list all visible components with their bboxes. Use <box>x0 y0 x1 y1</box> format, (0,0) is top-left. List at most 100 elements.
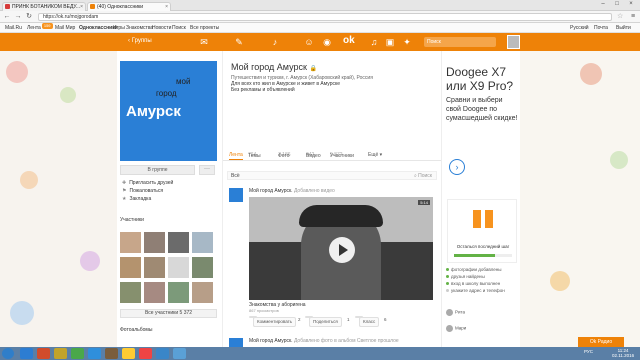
clock[interactable]: 11:24 02.11.2016 <box>612 348 634 358</box>
tab-photos[interactable]: Фото 7 186 <box>278 152 291 159</box>
member-avatar[interactable] <box>144 282 165 303</box>
menu-icon[interactable]: ≡ <box>628 12 638 22</box>
guests-icon[interactable]: ◉ <box>320 36 334 48</box>
taskbar-app-icon[interactable] <box>122 348 135 359</box>
member-avatar[interactable] <box>144 232 165 253</box>
member-avatar[interactable] <box>168 257 189 278</box>
share-label: Поделиться <box>309 317 342 327</box>
profile-completion-widget[interactable]: Осталься последний шаг <box>447 199 517 263</box>
member-avatar[interactable] <box>120 232 141 253</box>
notifications-icon[interactable]: ♪ <box>268 36 282 48</box>
bookmark-all-projects[interactable]: Все проекты <box>190 23 219 33</box>
group-description-line: Без рекламы и объявлений <box>231 87 295 93</box>
ad-headline[interactable]: Doogee X7 или X9 Pro? <box>446 65 519 93</box>
ok-logo[interactable]: ok <box>343 35 355 46</box>
ok-radio-button[interactable]: Ok Радио <box>578 337 624 347</box>
tab-video[interactable]: Видео 642 <box>306 152 321 159</box>
all-members-button[interactable]: Все участники 5 372 <box>120 309 217 318</box>
feed-search[interactable]: ⌕ Поиск <box>414 173 432 179</box>
bookmark-feed-label: Лента <box>27 25 41 31</box>
taskbar-app-icon[interactable] <box>54 348 67 359</box>
forward-icon[interactable]: → <box>13 12 23 22</box>
tab-label: Участники <box>330 153 354 159</box>
member-avatar[interactable] <box>120 282 141 303</box>
close-tab-icon[interactable]: × <box>165 3 168 11</box>
address-bar: ← → ↻ https://ok.ru/mojgorodam ☆ ≡ <box>0 11 640 23</box>
taskbar-app-icon[interactable] <box>139 348 152 359</box>
taskbar-app-icon[interactable] <box>105 348 118 359</box>
tab-feed[interactable]: Лента <box>229 152 243 160</box>
video-player[interactable]: 5:14 <box>249 197 433 300</box>
member-avatar[interactable] <box>192 232 213 253</box>
header-search-input[interactable]: Поиск <box>424 37 496 47</box>
language-indicator[interactable]: РУС <box>584 349 593 354</box>
ad-arrow-icon[interactable]: › <box>449 159 465 175</box>
close-tab-icon[interactable]: × <box>80 3 83 11</box>
bookmark-games[interactable]: Игры <box>113 23 125 33</box>
in-group-button[interactable]: В группе <box>120 165 195 175</box>
member-avatar[interactable] <box>120 257 141 278</box>
status-item[interactable]: укажите адрес и телефон <box>446 288 505 293</box>
more-options-button[interactable]: ··· <box>199 165 215 175</box>
games-icon[interactable]: ✦ <box>400 36 414 48</box>
close-window-icon[interactable]: × <box>624 0 638 8</box>
taskbar-app-icon[interactable] <box>156 348 169 359</box>
bookmark-dating[interactable]: Знакомства <box>126 23 153 33</box>
tab-topics[interactable]: Темы 764 <box>248 152 261 159</box>
bookmark-mir[interactable]: Mail Мир <box>55 23 75 33</box>
bookmark-search[interactable]: Поиск <box>172 23 186 33</box>
reload-icon[interactable]: ↻ <box>24 12 34 22</box>
share-button[interactable]: ↪ Поделиться <box>305 316 342 327</box>
friends-icon[interactable]: ☺ <box>302 36 316 48</box>
taskbar-app-icon[interactable] <box>173 348 186 359</box>
discussions-icon[interactable]: ✎ <box>232 36 246 48</box>
url-input[interactable]: https://ok.ru/mojgorodam <box>38 13 612 21</box>
start-button[interactable] <box>2 348 14 359</box>
feed-post: Мой город Амурск. Добавлено видео 5:14 З… <box>227 186 437 332</box>
minimize-icon[interactable]: – <box>596 0 610 8</box>
taskbar-app-icon[interactable] <box>88 348 101 359</box>
post-author[interactable]: Мой город Амурск. <box>249 188 293 194</box>
comment-button[interactable]: ✎ Комментировать <box>249 316 297 327</box>
back-to-groups[interactable]: ‹ Группы <box>128 38 152 44</box>
taskbar-app-icon[interactable] <box>37 348 50 359</box>
bookmark-mail[interactable]: Почта <box>594 23 608 33</box>
language-select[interactable]: Русский <box>570 23 589 33</box>
bookmark-star-icon[interactable]: ☆ <box>617 12 623 20</box>
online-friend[interactable]: Рита <box>446 309 465 316</box>
taskbar-app-icon[interactable] <box>71 348 84 359</box>
bookmark-ok[interactable]: Одноклассники <box>79 23 118 33</box>
bookmark-link[interactable]: ★ Закладка <box>122 196 151 202</box>
browser-tab-1[interactable]: ПРИНК БОТАНИКОМ ВЕДУ... × <box>2 2 86 11</box>
post-author-avatar[interactable] <box>229 188 243 202</box>
member-avatar[interactable] <box>168 282 189 303</box>
bookmark-mailru[interactable]: Mail.Ru <box>5 23 22 33</box>
invite-friends-link[interactable]: ✚ Пригласить друзей <box>122 180 173 186</box>
member-avatar[interactable] <box>192 257 213 278</box>
bookmark-news[interactable]: Новости <box>152 23 171 33</box>
member-avatar[interactable] <box>192 282 213 303</box>
tab-members[interactable]: Участники 5 872 <box>330 152 354 159</box>
bookmark-feed[interactable]: Лента 159 <box>27 23 53 33</box>
like-count: 6 <box>384 317 387 322</box>
online-friend[interactable]: Мари <box>446 325 466 332</box>
like-button[interactable]: 👍 Класс <box>355 316 380 327</box>
tab-more[interactable]: Ещё ▾ <box>368 152 382 158</box>
logout-link[interactable]: Выйти <box>616 23 631 33</box>
back-icon[interactable]: ← <box>2 12 12 22</box>
member-avatar[interactable] <box>144 257 165 278</box>
ad-text[interactable]: Сравни и выбери свой Doogee по сумасшедш… <box>446 96 519 123</box>
play-icon[interactable] <box>329 237 355 263</box>
browser-tab-2[interactable]: (40) Одноклассники × <box>87 2 171 11</box>
maximize-icon[interactable]: □ <box>610 0 624 8</box>
filter-all[interactable]: Всё <box>231 173 240 179</box>
report-link[interactable]: ⚑ Пожаловаться <box>122 188 163 194</box>
group-avatar[interactable]: мой город Амурск <box>120 61 217 161</box>
messages-icon[interactable]: ✉ <box>197 36 211 48</box>
post-author[interactable]: Мой город Амурск. <box>249 338 293 344</box>
taskbar-app-icon[interactable] <box>20 348 33 359</box>
user-avatar[interactable] <box>507 35 520 49</box>
music-icon[interactable]: ♫ <box>367 36 381 48</box>
member-avatar[interactable] <box>168 232 189 253</box>
video-icon[interactable]: ▣ <box>383 36 397 48</box>
